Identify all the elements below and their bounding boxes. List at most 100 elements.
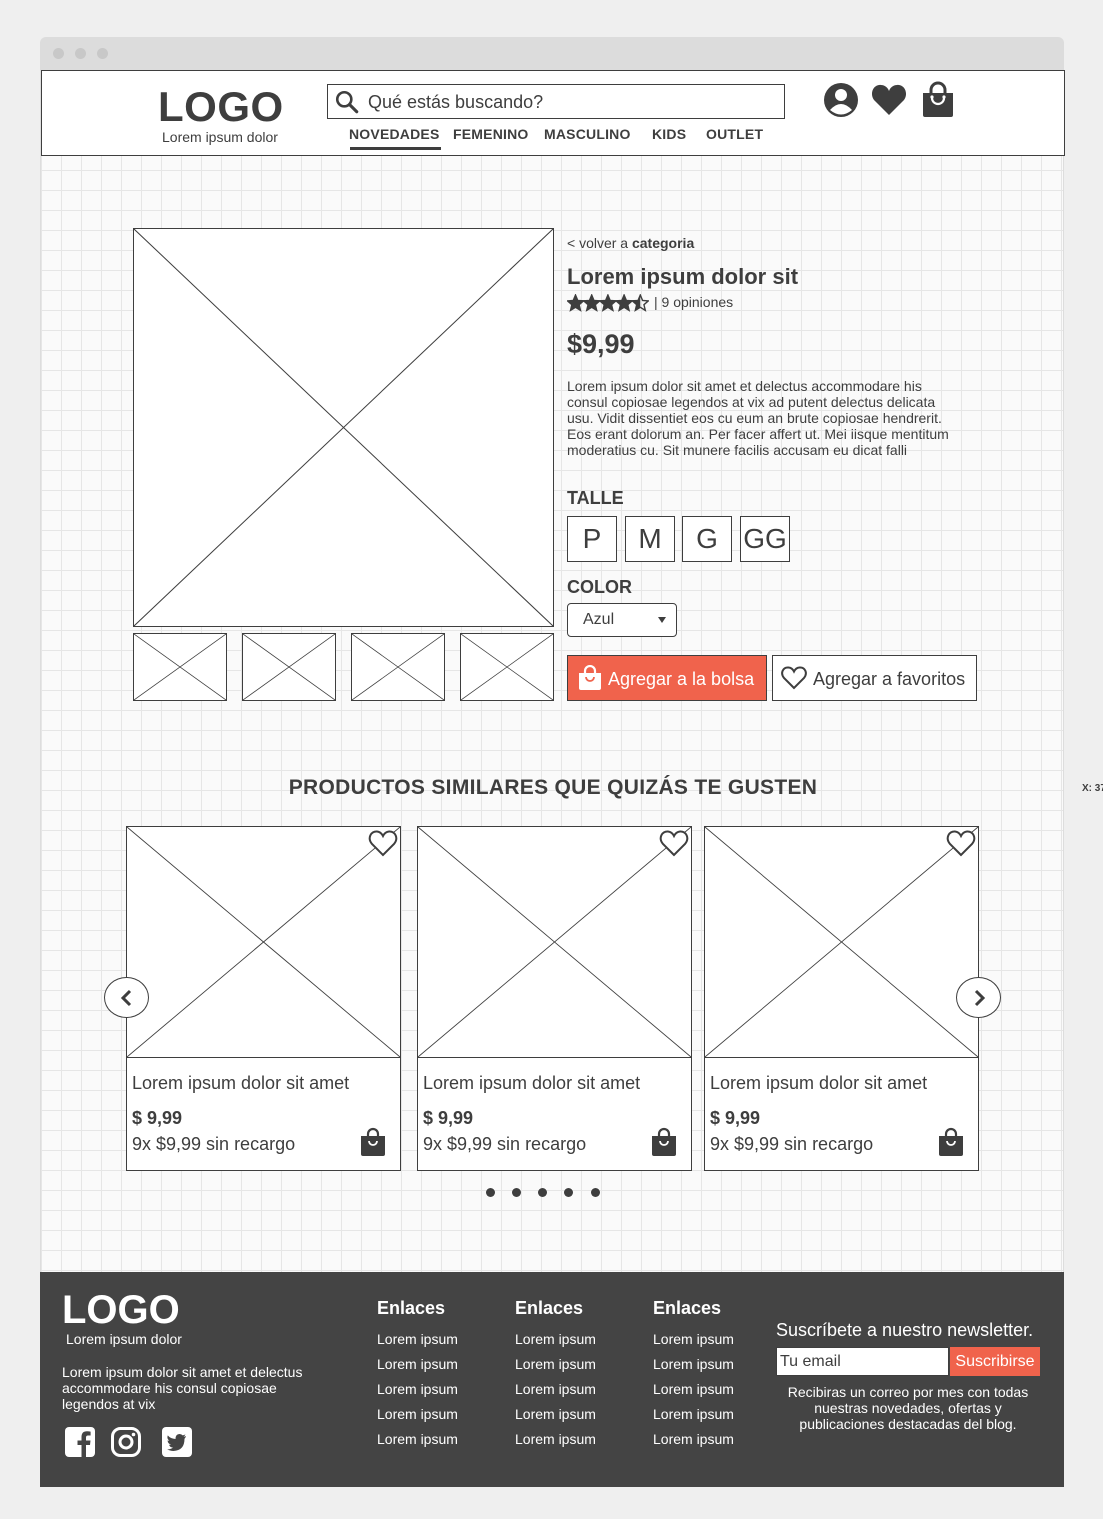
header-logo[interactable]: LOGO — [158, 83, 284, 131]
footer-link[interactable]: Lorem ipsum — [377, 1356, 458, 1372]
heart-outline-icon[interactable] — [368, 829, 398, 857]
favorites-heart-icon[interactable] — [870, 81, 908, 119]
product-thumbnail[interactable] — [133, 633, 227, 701]
footer-link[interactable]: Lorem ipsum — [515, 1331, 596, 1347]
shopping-bag-icon[interactable] — [919, 81, 957, 119]
color-select-value: Azul — [583, 611, 615, 628]
add-to-favorites-label: Agregar a favoritos — [813, 669, 966, 689]
search-icon[interactable] — [334, 89, 360, 115]
newsletter-subscribe-button[interactable]: Suscribirse — [950, 1347, 1040, 1376]
footer-link[interactable]: Lorem ipsum — [653, 1406, 734, 1422]
back-to-category-link[interactable]: < volver a categoria — [567, 235, 694, 251]
facebook-icon[interactable] — [64, 1426, 96, 1458]
footer-description: Lorem ipsum dolor sit amet et delectus a… — [62, 1364, 303, 1412]
site-header: LOGO Lorem ipsum dolor NOVEDADES FEMENIN… — [41, 70, 1065, 156]
product-card-image — [417, 826, 692, 1058]
footer-link[interactable]: Lorem ipsum — [515, 1406, 596, 1422]
footer-link[interactable]: Lorem ipsum — [377, 1431, 458, 1447]
product-card-name[interactable]: Lorem ipsum dolor sit amet — [710, 1073, 927, 1094]
product-thumbnail[interactable] — [351, 633, 445, 701]
shopping-bag-icon — [579, 665, 601, 690]
carousel-page-dot[interactable] — [486, 1188, 495, 1197]
carousel-page-dot[interactable] — [564, 1188, 573, 1197]
twitter-icon[interactable] — [161, 1426, 193, 1458]
rating-stars — [567, 294, 649, 312]
product-price: $9,99 — [567, 329, 635, 359]
color-label: COLOR — [567, 577, 632, 597]
footer-link[interactable]: Lorem ipsum — [653, 1431, 734, 1447]
add-to-bag-label: Agregar a la bolsa — [608, 669, 755, 689]
newsletter-note: Recibiras un correo por mes con todas nu… — [787, 1384, 1029, 1432]
window-dot — [75, 48, 86, 59]
color-select[interactable]: Azul — [567, 603, 677, 637]
nav-active-indicator — [350, 147, 441, 150]
chevron-down-icon — [658, 617, 666, 623]
reviews-link[interactable]: | 9 opiniones — [654, 294, 733, 310]
product-card-image — [704, 826, 979, 1058]
footer-link[interactable]: Lorem ipsum — [515, 1431, 596, 1447]
search-bar[interactable] — [327, 84, 785, 119]
footer-link[interactable]: Lorem ipsum — [377, 1381, 458, 1397]
window-dot — [97, 48, 108, 59]
product-card-price: $ 9,99 — [710, 1108, 761, 1128]
product-thumbnail[interactable] — [242, 633, 336, 701]
nav-item-kids[interactable]: KIDS — [652, 126, 686, 142]
footer-link[interactable]: Lorem ipsum — [515, 1381, 596, 1397]
add-to-bag-button[interactable]: Agregar a la bolsa — [567, 655, 767, 701]
footer-column-title: Enlaces — [515, 1298, 584, 1318]
nav-item-masculino[interactable]: MASCULINO — [544, 126, 631, 142]
product-title: Lorem ipsum dolor sit — [567, 264, 799, 289]
footer-link[interactable]: Lorem ipsum — [653, 1381, 734, 1397]
header-logo-tagline: Lorem ipsum dolor — [162, 129, 278, 145]
shopping-bag-icon[interactable] — [651, 1127, 677, 1157]
page-canvas: LOGO Lorem ipsum dolor NOVEDADES FEMENIN… — [40, 70, 1065, 1272]
carousel-page-dot[interactable] — [591, 1188, 600, 1197]
product-card-price: $ 9,99 — [132, 1108, 183, 1128]
size-option-g[interactable]: G — [682, 516, 732, 562]
newsletter-email-input[interactable] — [776, 1347, 949, 1376]
product-card-name[interactable]: Lorem ipsum dolor sit amet — [423, 1073, 640, 1094]
heart-outline-icon[interactable] — [946, 829, 976, 857]
nav-item-outlet[interactable]: OUTLET — [706, 126, 763, 142]
product-card[interactable]: Lorem ipsum dolor sit amet $ 9,99 9x $9,… — [126, 826, 401, 1171]
carousel-page-dot[interactable] — [512, 1188, 521, 1197]
size-option-m[interactable]: M — [625, 516, 675, 562]
product-main-image — [133, 228, 554, 627]
footer-column-title: Enlaces — [377, 1298, 446, 1318]
product-thumbnail[interactable] — [460, 633, 554, 701]
nav-item-femenino[interactable]: FEMENINO — [453, 126, 529, 142]
user-account-icon[interactable] — [822, 81, 860, 119]
window-dot — [53, 48, 64, 59]
shopping-bag-icon[interactable] — [360, 1127, 386, 1157]
back-link-category: categoria — [631, 235, 695, 251]
size-option-gg[interactable]: GG — [740, 516, 790, 562]
footer-link[interactable]: Lorem ipsum — [515, 1356, 596, 1372]
carousel-prev-button[interactable] — [104, 977, 149, 1018]
nav-item-novedades[interactable]: NOVEDADES — [349, 126, 439, 142]
product-card-installments: 9x $9,99 sin recargo — [132, 1134, 296, 1154]
footer-logo-tagline: Lorem ipsum dolor — [66, 1331, 182, 1347]
product-card[interactable]: Lorem ipsum dolor sit amet $ 9,99 9x $9,… — [704, 826, 979, 1171]
footer-link[interactable]: Lorem ipsum — [377, 1406, 458, 1422]
coordinate-readout: X: 37 — [1082, 783, 1103, 794]
carousel-next-button[interactable] — [956, 977, 1001, 1018]
footer-link[interactable]: Lorem ipsum — [653, 1356, 734, 1372]
product-card[interactable]: Lorem ipsum dolor sit amet $ 9,99 9x $9,… — [417, 826, 692, 1171]
shopping-bag-icon[interactable] — [938, 1127, 964, 1157]
size-option-p[interactable]: P — [567, 516, 617, 562]
add-to-favorites-button[interactable]: Agregar a favoritos — [772, 655, 977, 701]
similar-products-title: PRODUCTOS SIMILARES QUE QUIZÁS TE GUSTEN — [288, 776, 818, 799]
footer-column-title: Enlaces — [653, 1298, 722, 1318]
browser-window: LOGO Lorem ipsum dolor NOVEDADES FEMENIN… — [40, 37, 1065, 1487]
carousel-page-dot[interactable] — [538, 1188, 547, 1197]
footer-logo[interactable]: LOGO — [62, 1288, 180, 1333]
heart-outline-icon — [781, 666, 807, 690]
heart-outline-icon[interactable] — [659, 829, 689, 857]
product-card-name[interactable]: Lorem ipsum dolor sit amet — [132, 1073, 349, 1094]
footer-link[interactable]: Lorem ipsum — [377, 1331, 458, 1347]
search-input[interactable] — [368, 90, 768, 114]
instagram-icon[interactable] — [110, 1426, 142, 1458]
back-link-prefix: < volver a — [567, 235, 632, 251]
browser-chrome — [40, 37, 1064, 70]
footer-link[interactable]: Lorem ipsum — [653, 1331, 734, 1347]
